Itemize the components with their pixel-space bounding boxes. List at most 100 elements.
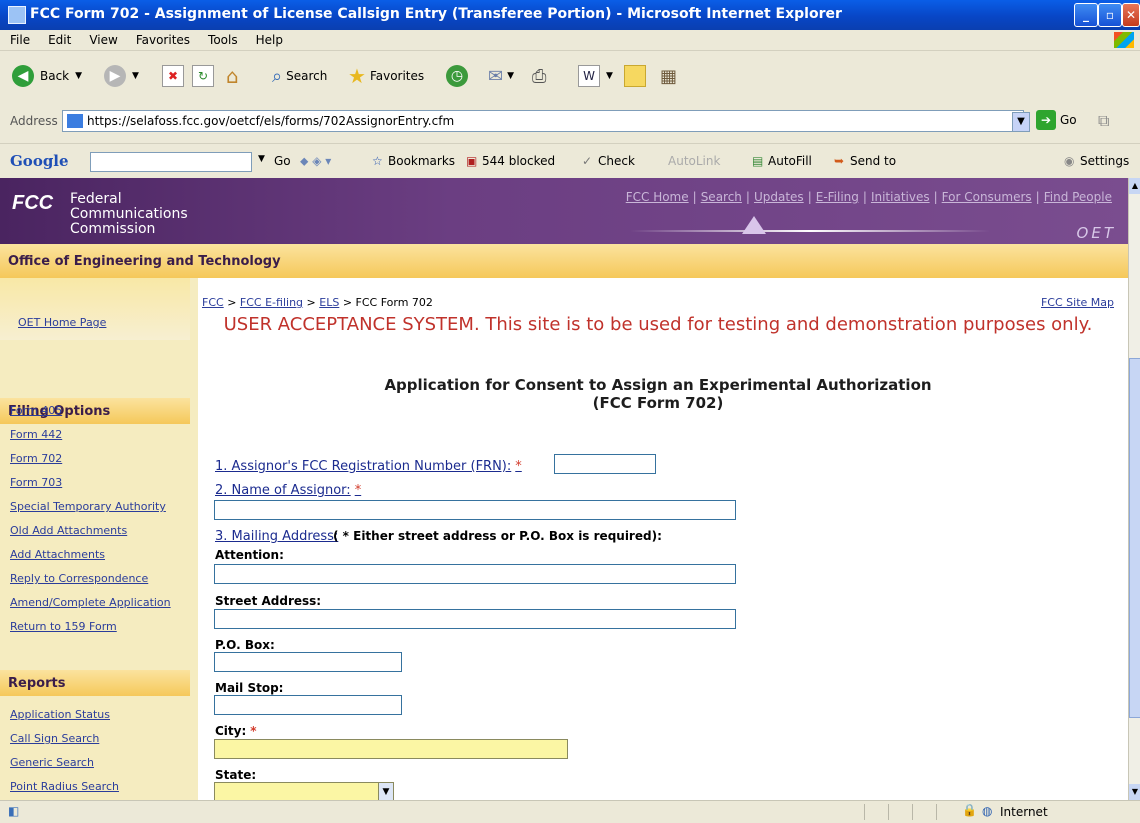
autolink-button[interactable]: AutoLink	[668, 154, 720, 168]
chevron-down-icon: ▼	[75, 71, 83, 81]
home-button[interactable]: ⌂	[226, 63, 239, 89]
mail-stop-label: Mail Stop:	[215, 681, 284, 695]
oet-home-link[interactable]: OET Home Page	[18, 316, 106, 329]
link-e-filing[interactable]: E-Filing	[816, 190, 859, 204]
sidebar-item-application-status[interactable]: Application Status	[10, 708, 110, 721]
po-box-label: P.O. Box:	[215, 638, 275, 652]
mail-stop-input[interactable]	[214, 695, 402, 715]
google-tools-icon[interactable]: ⬥ ◈ ▾	[300, 154, 331, 169]
go-button[interactable]: ➔ Go	[1036, 110, 1077, 130]
site-map-link[interactable]: FCC Site Map	[1041, 296, 1114, 309]
menu-edit[interactable]: Edit	[48, 30, 71, 50]
google-search-dropdown-icon[interactable]: ▼	[258, 154, 265, 164]
address-url: https://selafoss.fcc.gov/oetcf/els/forms…	[87, 114, 455, 128]
close-button[interactable]: ✕	[1122, 3, 1140, 27]
mail-button[interactable]: ✉ ▼	[488, 63, 514, 89]
refresh-button[interactable]: ↻	[192, 63, 214, 89]
attention-label: Attention:	[215, 548, 284, 562]
assignor-name-label-text: 2. Name of Assignor:	[215, 483, 351, 498]
forward-button[interactable]: ▶ ▼	[104, 63, 139, 89]
sidebar-item-form-703[interactable]: Form 703	[10, 476, 62, 489]
sidebar-item-amend-complete[interactable]: Amend/Complete Application	[10, 596, 171, 609]
reports-heading: Reports	[0, 670, 190, 696]
bookmarks-button[interactable]: Bookmarks	[388, 154, 455, 168]
maximize-button[interactable]: ▫	[1098, 3, 1122, 27]
status-cell	[888, 804, 889, 820]
sidebar-item-point-radius-search[interactable]: Point Radius Search	[10, 780, 119, 793]
autofill-button[interactable]: AutoFill	[768, 154, 812, 168]
city-input[interactable]	[214, 739, 568, 759]
scroll-down-icon[interactable]: ▼	[1129, 784, 1140, 800]
sidebar-item-return-159[interactable]: Return to 159 Form	[10, 620, 117, 633]
breadcrumb-fcc[interactable]: FCC	[202, 296, 224, 309]
chevron-down-icon: ▼	[606, 71, 613, 81]
print-button[interactable]: ⎙	[532, 63, 546, 89]
state-select[interactable]: ▼	[214, 782, 394, 802]
link-search[interactable]: Search	[701, 190, 742, 204]
breadcrumb-separator: >	[342, 296, 353, 309]
sidebar-item-form-442[interactable]: Form 442	[10, 428, 62, 441]
discuss-button[interactable]	[624, 63, 646, 89]
po-box-input[interactable]	[214, 652, 402, 672]
stop-button[interactable]: ✖	[162, 63, 184, 89]
street-address-input[interactable]	[214, 609, 736, 629]
bookmarks-star-icon: ☆	[372, 154, 383, 168]
menu-view[interactable]: View	[89, 30, 117, 50]
google-search-input[interactable]	[90, 152, 252, 172]
scrollbar-thumb[interactable]	[1129, 358, 1140, 718]
popups-blocked[interactable]: 544 blocked	[482, 154, 555, 168]
state-label: State:	[215, 768, 257, 782]
fcc-logo[interactable]: FCC Federal Communications Commission	[12, 192, 188, 237]
menu-help[interactable]: Help	[256, 30, 283, 50]
sidebar-item-call-sign-search[interactable]: Call Sign Search	[10, 732, 99, 745]
scroll-up-icon[interactable]: ▲	[1129, 178, 1140, 194]
breadcrumb-e-filing[interactable]: FCC E-filing	[240, 296, 303, 309]
links-icon[interactable]: ⧉	[1098, 111, 1109, 131]
sidebar-item-form-702[interactable]: Form 702	[10, 452, 62, 465]
fcc-banner: FCC Federal Communications Commission FC…	[0, 178, 1128, 244]
oet-badge: OET	[1076, 224, 1116, 242]
sidebar-item-old-add-attachments[interactable]: Old Add Attachments	[10, 524, 127, 537]
top-links: FCC Home | Search | Updates | E-Filing | Initiat…	[625, 190, 1112, 204]
history-button[interactable]: ◷	[446, 63, 468, 89]
window-title-bar: FCC Form 702 - Assignment of License Cal…	[0, 0, 1140, 30]
favorites-button[interactable]: ★ Favorites	[348, 63, 424, 89]
google-go-button[interactable]: Go	[274, 154, 291, 168]
address-input[interactable]: https://selafoss.fcc.gov/oetcf/els/forms…	[62, 110, 1024, 132]
go-label: Go	[1060, 113, 1077, 127]
breadcrumb-separator: >	[227, 296, 237, 309]
security-zone: Internet	[1000, 805, 1048, 819]
minimize-button[interactable]: _	[1074, 3, 1098, 27]
link-find-people[interactable]: Find People	[1044, 190, 1112, 204]
link-fcc-home[interactable]: FCC Home	[626, 190, 689, 204]
sidebar-item-sta[interactable]: Special Temporary Authority	[10, 500, 166, 513]
attention-input[interactable]	[214, 564, 736, 584]
breadcrumb-els[interactable]: ELS	[319, 296, 339, 309]
settings-icon: ◉	[1064, 154, 1075, 168]
send-to-button[interactable]: Send to	[850, 154, 896, 168]
link-for-consumers[interactable]: For Consumers	[942, 190, 1032, 204]
address-dropdown-icon[interactable]: ▼	[1012, 112, 1030, 132]
settings-button[interactable]: Settings	[1080, 154, 1129, 168]
assignor-name-input[interactable]	[214, 500, 736, 520]
sidebar-item-generic-search[interactable]: Generic Search	[10, 756, 94, 769]
edit-button[interactable]: W ▼	[578, 63, 613, 89]
frn-input[interactable]	[554, 454, 656, 474]
office-title: Office of Engineering and Technology	[8, 254, 281, 269]
sidebar-item-add-attachments[interactable]: Add Attachments	[10, 548, 105, 561]
link-updates[interactable]: Updates	[754, 190, 804, 204]
spellcheck-button[interactable]: Check	[598, 154, 635, 168]
menu-tools[interactable]: Tools	[208, 30, 238, 50]
research-button[interactable]: ▦	[660, 63, 677, 89]
spellcheck-icon: ✓	[582, 154, 593, 168]
vertical-scrollbar[interactable]: ▲ ▼	[1128, 178, 1140, 800]
sidebar-item-reply-correspondence[interactable]: Reply to Correspondence	[10, 572, 148, 585]
back-button[interactable]: ◀ Back ▼	[12, 63, 82, 89]
sidebar-item-form-405[interactable]: Form 405	[10, 404, 62, 417]
frn-label-text: 1. Assignor's FCC Registration Number (F…	[215, 459, 512, 474]
banner-triangle	[742, 216, 766, 234]
link-initiatives[interactable]: Initiatives	[871, 190, 930, 204]
menu-file[interactable]: File	[10, 30, 30, 50]
search-button[interactable]: ⌕ Search	[272, 63, 327, 89]
menu-favorites[interactable]: Favorites	[136, 30, 190, 50]
